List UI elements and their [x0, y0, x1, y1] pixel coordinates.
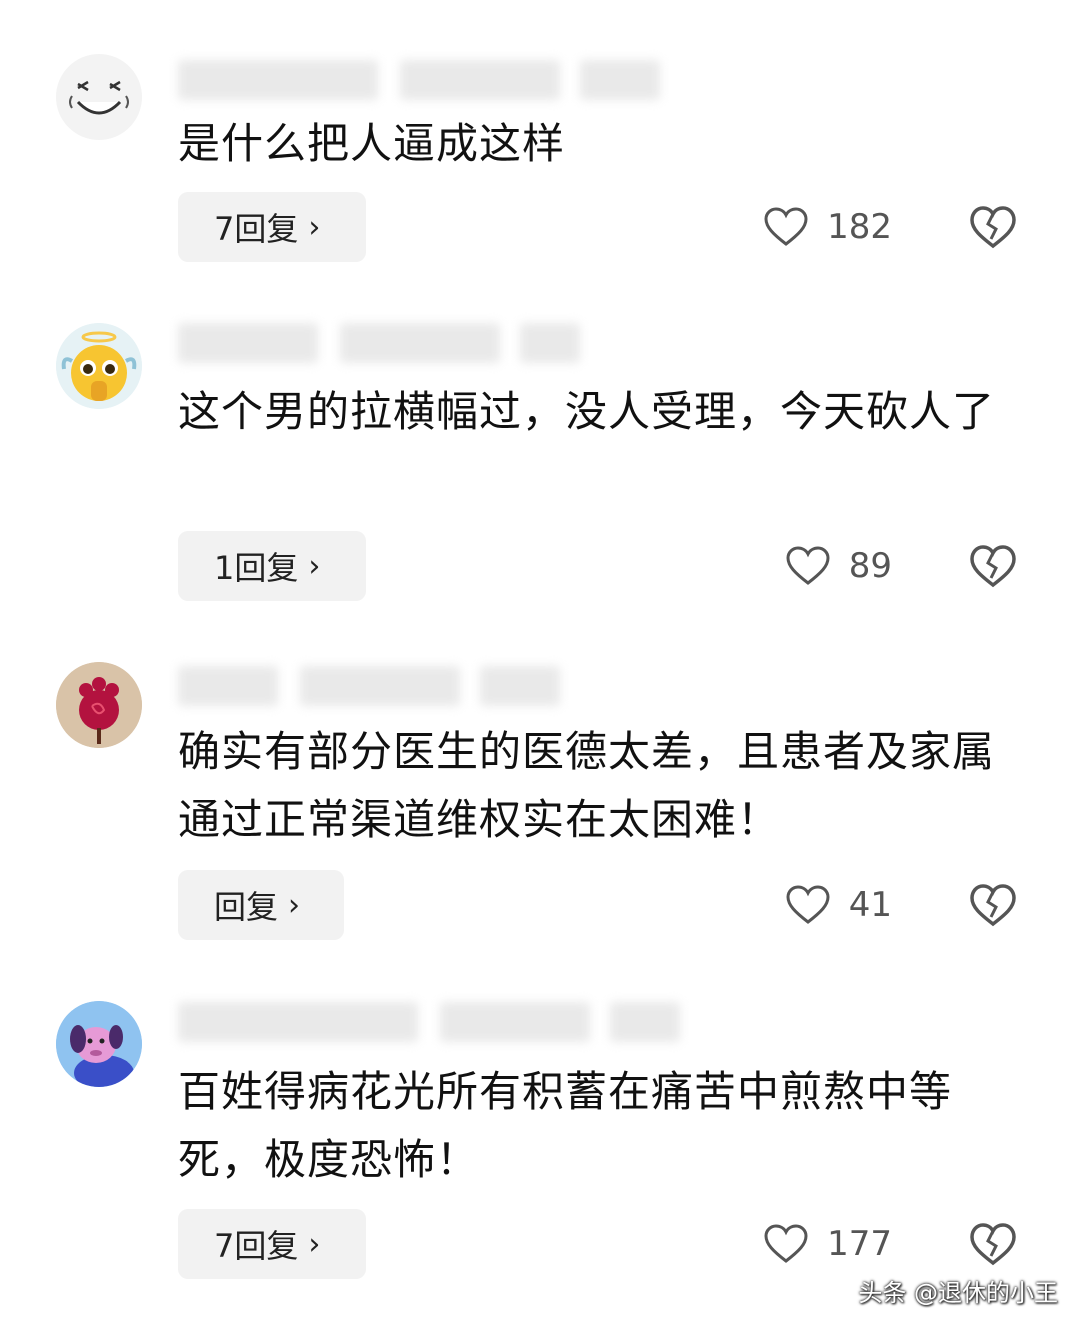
reply-label: 7回复 — [214, 210, 299, 248]
heart-outline-icon — [786, 546, 830, 585]
user-avatar[interactable] — [56, 662, 142, 748]
reply-label: 回复 — [214, 888, 279, 926]
comment-text: 百姓得病花光所有积蓄在痛苦中煎熬中等死，极度恐怖！ — [178, 1067, 953, 1184]
laughing-face-icon — [56, 54, 142, 140]
reply-button[interactable]: 7回复 › — [178, 192, 366, 262]
heart-outline-icon — [764, 207, 808, 246]
reply-label: 7回复 — [214, 1227, 299, 1265]
like-count: 177 — [827, 1224, 892, 1264]
chevron-right-icon: › — [308, 548, 321, 584]
chevron-right-icon: › — [288, 887, 301, 923]
flower-icon — [56, 662, 142, 748]
comment-text: 确实有部分医生的医德太差，且患者及家属通过正常渠道维权实在太困难！ — [178, 727, 996, 844]
chevron-right-icon: › — [308, 209, 321, 245]
heart-outline-icon — [786, 885, 830, 924]
like-count: 41 — [848, 885, 892, 925]
comment-text: 这个男的拉横幅过，没人受理，今天砍人了 — [178, 387, 996, 436]
comment-text: 是什么把人逼成这样 — [178, 119, 566, 168]
reply-label: 1回复 — [214, 549, 299, 587]
chevron-right-icon: › — [308, 1226, 321, 1262]
like-count: 182 — [827, 207, 892, 247]
user-avatar[interactable] — [56, 1001, 142, 1087]
username-blurred[interactable] — [178, 1002, 778, 1042]
reply-button[interactable]: 1回复 › — [178, 531, 366, 601]
user-avatar[interactable] — [56, 54, 142, 140]
like-button[interactable]: 41 — [785, 870, 892, 940]
heart-outline-icon — [764, 1224, 808, 1263]
reply-button[interactable]: 7回复 › — [178, 1209, 366, 1279]
username-blurred[interactable] — [178, 666, 778, 706]
user-avatar[interactable] — [56, 323, 142, 409]
cartoon-character-icon — [56, 1001, 142, 1087]
reply-button[interactable]: 回复 › — [178, 870, 344, 940]
broken-heart-icon[interactable] — [968, 202, 1018, 252]
like-button[interactable]: 89 — [785, 531, 892, 601]
broken-heart-icon[interactable] — [968, 880, 1018, 930]
angel-face-icon — [56, 323, 142, 409]
like-count: 89 — [848, 546, 892, 586]
like-button[interactable]: 182 — [763, 192, 892, 262]
broken-heart-icon[interactable] — [968, 1219, 1018, 1269]
username-blurred[interactable] — [178, 60, 778, 100]
watermark: 头条 @退休的小王 — [858, 1279, 1058, 1307]
like-button[interactable]: 177 — [763, 1209, 892, 1279]
username-blurred[interactable] — [178, 323, 778, 363]
broken-heart-icon[interactable] — [968, 541, 1018, 591]
